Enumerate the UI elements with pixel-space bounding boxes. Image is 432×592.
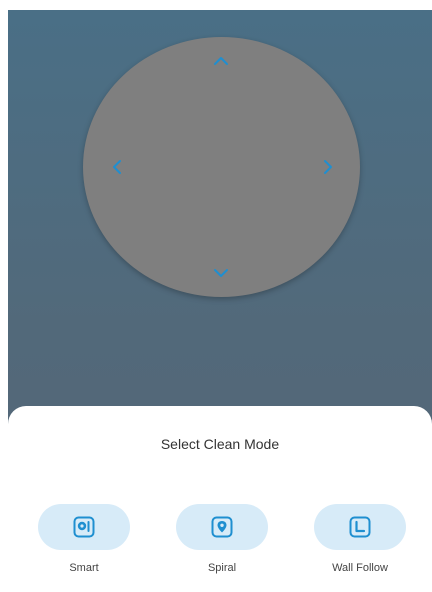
smart-mode-button[interactable]	[38, 504, 130, 550]
smart-mode-label: Smart	[69, 562, 99, 574]
wall-follow-mode-label: Wall Follow	[332, 562, 388, 574]
turn-right-button[interactable]	[310, 149, 346, 185]
sheet-title: Select Clean Mode	[160, 436, 280, 452]
chevron-right-icon	[324, 160, 332, 174]
spiral-mode-label: Spiral	[207, 562, 237, 574]
clean-mode-sheet: Select Clean Mode Smart Spiral Wall Foll…	[8, 406, 432, 592]
spiral-mode-button[interactable]	[176, 504, 268, 550]
smart-mode-icon	[72, 515, 96, 539]
spiral-pin-icon	[210, 515, 234, 539]
mode-option-smart: Smart	[38, 504, 130, 574]
turn-left-button[interactable]	[99, 149, 135, 185]
chevron-down-icon	[214, 269, 228, 277]
control-screen: Select Clean Mode Smart Spiral Wall Foll…	[8, 10, 432, 592]
wall-follow-mode-button[interactable]	[314, 504, 406, 550]
direction-pad	[83, 37, 360, 297]
chevron-left-icon	[113, 160, 121, 174]
mode-option-wall-follow: Wall Follow	[314, 504, 406, 574]
chevron-up-icon	[214, 57, 228, 65]
move-forward-button[interactable]	[203, 43, 239, 79]
mode-option-spiral: Spiral	[176, 504, 268, 574]
wall-follow-icon	[348, 515, 372, 539]
move-backward-button[interactable]	[203, 255, 239, 291]
